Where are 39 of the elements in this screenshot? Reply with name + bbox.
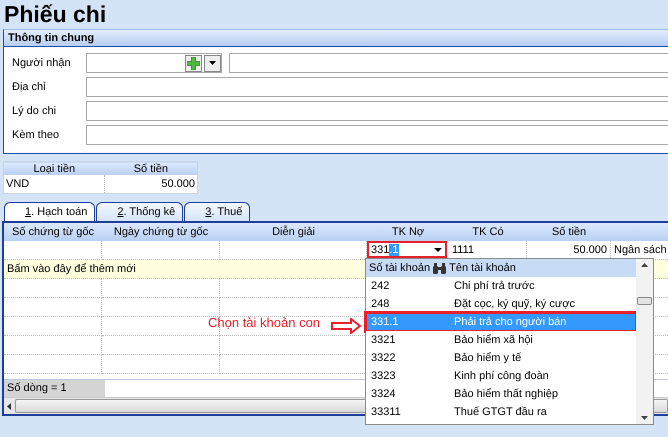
column-header: Số tiền (104, 162, 198, 175)
input-field[interactable] (86, 101, 668, 121)
scroll-up-icon[interactable] (641, 263, 648, 267)
tab[interactable]: 1. Hạch toán (4, 202, 96, 221)
annotation-text: Chọn tài khoản con (208, 315, 320, 330)
dropdown-button[interactable] (204, 54, 221, 72)
column-header: Diễn giải (220, 223, 367, 241)
column-header: Tên tài khoản (449, 262, 516, 274)
input-field[interactable] (229, 53, 668, 73)
column-header: Số chứng từ gốc (4, 223, 102, 241)
row-count: Số dòng = 1 (4, 380, 105, 397)
table-cell: 50.000 (104, 175, 198, 194)
panel-title: Thông tin chung (4, 30, 668, 47)
column-header (611, 223, 668, 241)
form-title: Phiếu chi (3, 0, 108, 29)
add-button[interactable] (185, 54, 202, 72)
field-label: Địa chỉ (11, 81, 47, 93)
column-header: TK Có (449, 223, 527, 241)
account-combo[interactable]: 331.1 (367, 241, 447, 258)
plus-icon (187, 56, 200, 70)
input-field[interactable] (86, 77, 668, 97)
arrow-icon (331, 318, 362, 334)
column-header: Số tiền (527, 223, 611, 241)
column-header: Số tài khoản (368, 262, 430, 274)
column-header: TK Nợ (367, 223, 449, 241)
table-cell: VND (4, 175, 105, 194)
field-label: Người nhận (11, 57, 72, 69)
field-label: Kèm theo (11, 129, 60, 141)
vertical-scrollbar[interactable] (636, 259, 653, 424)
caret-icon (209, 61, 216, 65)
column-header: Loại tiền (4, 162, 105, 175)
input-field[interactable] (86, 125, 668, 145)
scroll-thumb[interactable] (637, 297, 652, 305)
field-label: Lý do chi (11, 105, 58, 117)
tab[interactable]: 3. Thuế (184, 202, 250, 221)
scroll-left-icon[interactable] (7, 402, 11, 410)
tab[interactable]: 2. Thống kê (96, 202, 184, 221)
binoculars-icon (433, 262, 446, 274)
column-header: Ngày chứng từ gốc (102, 223, 220, 241)
